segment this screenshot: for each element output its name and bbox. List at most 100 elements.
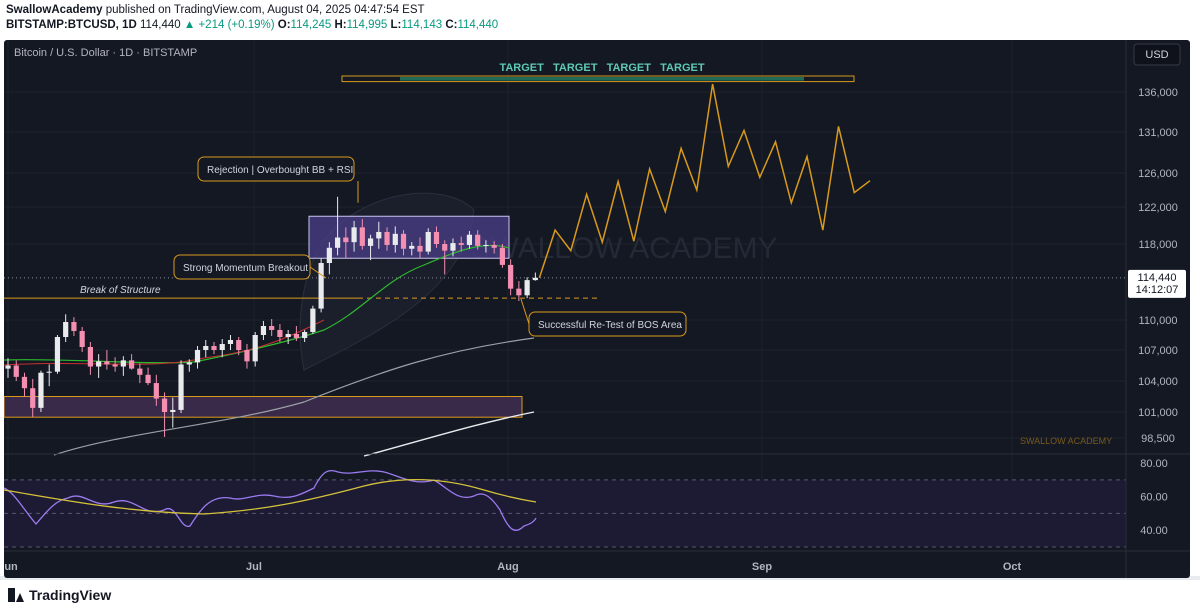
candle[interactable] — [46, 364, 52, 387]
candle-body — [161, 398, 168, 412]
price-tag-value: 114,440 — [1138, 272, 1177, 284]
candle-body — [145, 374, 151, 384]
candle-body — [425, 231, 431, 252]
author-name[interactable]: SwallowAcademy — [6, 4, 103, 16]
candle[interactable] — [219, 339, 225, 358]
momentum-callout[interactable]: Strong Momentum Breakout — [173, 254, 311, 280]
candle[interactable] — [104, 350, 110, 370]
price-tick-label: 122,000 — [1138, 202, 1178, 214]
candle-body — [244, 350, 250, 362]
candle[interactable] — [137, 363, 143, 384]
candle[interactable] — [285, 330, 291, 344]
candle[interactable] — [63, 314, 69, 342]
candle-body — [186, 362, 192, 365]
candle-body — [5, 365, 11, 369]
candle[interactable] — [87, 342, 93, 375]
candle-body — [483, 244, 489, 246]
chart-panel[interactable]: SWALLOW ACADEMY Rejection | Overbought B… — [4, 40, 1190, 578]
candle-body — [211, 346, 217, 350]
candle[interactable] — [13, 360, 19, 381]
candle-body — [277, 330, 283, 337]
candle-body — [178, 364, 184, 410]
candle-body — [13, 365, 19, 377]
candle-body — [508, 264, 514, 289]
high-value: 114,995 — [346, 19, 388, 31]
candle-body — [170, 409, 176, 412]
candle-body — [392, 233, 398, 245]
candle-body — [458, 243, 464, 245]
candle[interactable] — [79, 327, 85, 353]
target-label: TARGET TARGET TARGET TARGET — [499, 62, 704, 74]
time-tick-label: Oct — [1003, 561, 1022, 573]
bos-label: Break of Structure — [80, 285, 161, 296]
price-tag: 114,440 14:12:07 — [1128, 269, 1186, 298]
candle[interactable] — [129, 354, 135, 370]
last-price: 114,440 — [139, 19, 181, 31]
tradingview-logo-icon — [8, 588, 24, 602]
candle[interactable] — [5, 358, 11, 378]
rejection-text: Rejection | Overbought BB + RSI — [207, 165, 353, 176]
candle[interactable] — [260, 321, 267, 340]
candle-body — [120, 360, 126, 367]
footer: TradingView — [0, 580, 1200, 612]
price-chart[interactable]: SWALLOW ACADEMY Rejection | Overbought B… — [4, 40, 1190, 578]
candle-body — [532, 277, 538, 281]
candle-body — [46, 371, 52, 373]
candle-body — [87, 347, 93, 367]
price-tick-label: 136,000 — [1138, 87, 1178, 99]
candle[interactable] — [310, 305, 316, 334]
time-tick-label: Sep — [752, 561, 772, 573]
candle[interactable] — [54, 335, 61, 374]
currency-button[interactable]: USD — [1133, 43, 1181, 66]
price-axis[interactable]: 136,000 131,000 126,000 122,000 118,000 110,0… — [1138, 87, 1178, 445]
candle[interactable] — [194, 346, 201, 369]
rejection-callout[interactable]: Rejection | Overbought BB + RSI — [197, 156, 355, 182]
candle-body — [466, 234, 473, 245]
candle[interactable] — [211, 342, 217, 355]
candle[interactable] — [178, 360, 184, 414]
time-tick-label: Jul — [246, 561, 262, 573]
retest-callout[interactable]: Successful Re-Test of BOS Area — [528, 311, 687, 337]
candle-body — [96, 361, 102, 367]
candle-body — [63, 322, 69, 337]
candle-body — [499, 247, 505, 265]
candle-body — [153, 383, 159, 399]
candle[interactable] — [21, 372, 28, 397]
candle[interactable] — [524, 277, 530, 299]
close-label: C: — [445, 19, 458, 31]
candle-body — [450, 243, 456, 251]
chart-title: Bitcoin / U.S. Dollar · 1D · BITSTAMP — [14, 47, 197, 59]
close-value: 114,440 — [457, 19, 499, 31]
price-tick-label: 104,000 — [1138, 376, 1178, 388]
candle[interactable] — [96, 354, 102, 378]
candle[interactable] — [227, 335, 234, 350]
candle[interactable] — [203, 340, 209, 358]
candle-body — [409, 245, 415, 249]
candle[interactable] — [145, 367, 151, 386]
candle[interactable] — [532, 272, 538, 281]
candle[interactable] — [252, 332, 258, 367]
candle[interactable] — [425, 228, 431, 255]
open-label: O: — [277, 19, 291, 31]
candle[interactable] — [269, 319, 275, 336]
momentum-text: Strong Momentum Breakout — [183, 263, 308, 274]
price-tick-label: 107,000 — [1138, 345, 1178, 357]
price-change: ▲ +214 (+0.19%) — [183, 19, 275, 31]
candle[interactable] — [318, 258, 324, 313]
candle[interactable] — [244, 344, 250, 369]
candle-body — [516, 288, 522, 296]
symbol-label: BITSTAMP:BTCUSD, 1D — [6, 19, 137, 31]
currency-label: USD — [1145, 49, 1168, 61]
candle-body — [475, 234, 481, 246]
candle[interactable] — [120, 356, 126, 376]
candle[interactable] — [38, 370, 44, 412]
candle-body — [343, 237, 349, 243]
candle[interactable] — [112, 357, 118, 372]
tradingview-logo[interactable]: TradingView — [8, 587, 111, 603]
price-tick-label: 98,500 — [1141, 433, 1175, 445]
time-tick-label: Jun — [4, 561, 18, 573]
watermark-text: SWALLOW ACADEMY — [470, 232, 777, 265]
demand-zone[interactable] — [4, 396, 523, 418]
candle-body — [384, 231, 390, 245]
candle-body — [21, 376, 28, 389]
